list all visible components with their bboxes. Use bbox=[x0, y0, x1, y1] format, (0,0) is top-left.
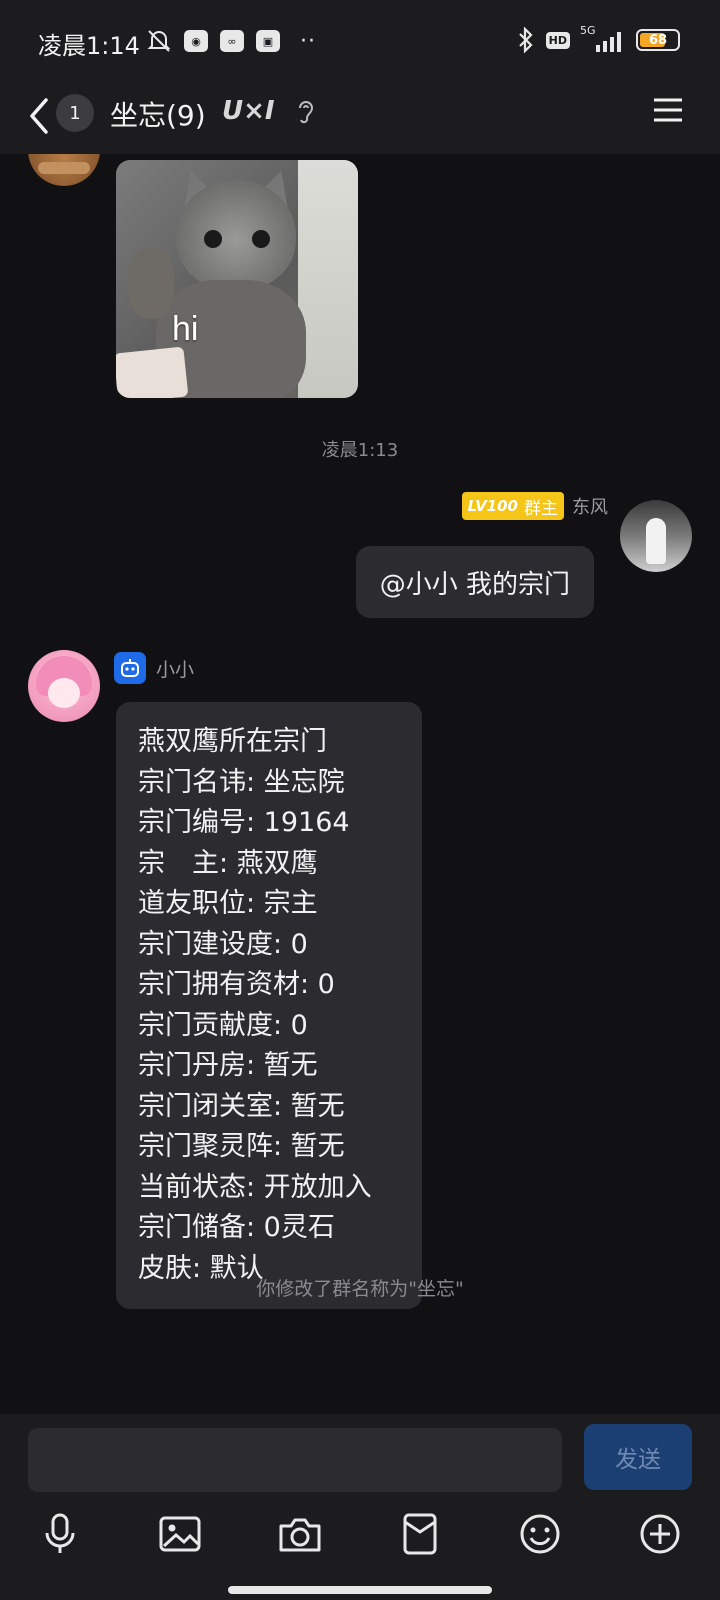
status-bar: 凌晨1:14 ◉ ∞ ▣ ·· HD 5G 68 bbox=[0, 0, 720, 84]
brand-logo: U×I bbox=[222, 96, 275, 126]
emoji-icon[interactable] bbox=[516, 1510, 564, 1558]
message-timestamp: 凌晨1:13 bbox=[321, 440, 399, 461]
app-notification-icon: ▣ bbox=[256, 30, 280, 52]
home-indicator[interactable] bbox=[228, 1586, 492, 1594]
microphone-icon[interactable] bbox=[36, 1510, 84, 1558]
owner-level-badge: LV100 群主 bbox=[461, 492, 564, 520]
bot-message-line: 宗 主: 燕双鹰 bbox=[138, 847, 318, 879]
sender-info: LV100 群主 东风 bbox=[461, 492, 608, 520]
menu-icon[interactable] bbox=[652, 96, 684, 124]
bot-message-line: 宗门丹房: 暂无 bbox=[138, 1050, 318, 1081]
signal-icon: 5G bbox=[580, 24, 626, 54]
input-toolbar bbox=[0, 1510, 720, 1574]
red-packet-icon[interactable] bbox=[396, 1510, 444, 1558]
bot-message-line: 宗门拥有资材: 0 bbox=[138, 969, 335, 1000]
plus-icon[interactable] bbox=[636, 1510, 684, 1558]
camera-icon[interactable] bbox=[276, 1510, 324, 1558]
bot-message-line: 宗门储备: 0灵石 bbox=[138, 1212, 335, 1243]
muted-bell-icon bbox=[147, 30, 171, 52]
back-arrow-icon[interactable] bbox=[24, 92, 54, 142]
message-input[interactable] bbox=[28, 1428, 562, 1492]
image-icon[interactable] bbox=[156, 1510, 204, 1558]
chat-header: 1 坐忘(9) U×I bbox=[0, 84, 720, 154]
chat-area[interactable]: hi 凌晨1:13 LV100 群主 东风 @小小 我的宗门 小小 燕双鹰所在宗… bbox=[0, 154, 720, 1414]
bot-message-line: 燕双鹰所在宗门 bbox=[138, 726, 327, 757]
level-label: LV100 bbox=[467, 497, 518, 515]
app-notification-icon: ∞ bbox=[220, 30, 244, 52]
status-right: HD 5G 68 bbox=[516, 24, 680, 54]
more-notifications-icon: ·· bbox=[300, 28, 316, 54]
group-title[interactable]: 坐忘(9) bbox=[110, 94, 206, 134]
bluetooth-icon bbox=[518, 27, 533, 53]
input-bar: 发送 bbox=[0, 1414, 720, 1600]
send-button[interactable]: 发送 bbox=[584, 1424, 692, 1490]
role-label: 群主 bbox=[524, 498, 558, 519]
sticker-caption: hi bbox=[172, 310, 199, 348]
bot-message-line: 宗门建设度: 0 bbox=[138, 928, 308, 960]
bot-message-line: 宗门聚灵阵: 暂无 bbox=[138, 1131, 345, 1162]
notification-icons: ◉ ∞ ▣ ·· bbox=[146, 28, 316, 54]
bot-message-line: 宗门名讳: 坐忘院 bbox=[138, 766, 345, 798]
app-notification-icon: ◉ bbox=[184, 30, 208, 52]
hd-badge: HD bbox=[545, 31, 570, 49]
bot-name[interactable]: 小小 bbox=[156, 655, 194, 682]
status-time: 凌晨1:14 bbox=[38, 32, 140, 60]
my-message-bubble[interactable]: @小小 我的宗门 bbox=[355, 546, 594, 618]
bot-message-line: 宗门贡献度: 0 bbox=[138, 1009, 308, 1041]
bot-message-bubble[interactable]: 燕双鹰所在宗门 宗门名讳: 坐忘院 宗门编号: 19164 宗 主: 燕双鹰 道… bbox=[116, 702, 422, 1309]
ear-mode-icon[interactable] bbox=[296, 98, 316, 126]
bot-message-line: 当前状态: 开放加入 bbox=[138, 1171, 372, 1203]
system-notice: 你修改了群名称为"坐忘" bbox=[256, 1278, 464, 1300]
cat-sticker-image[interactable]: hi bbox=[116, 160, 358, 398]
my-avatar[interactable] bbox=[620, 500, 692, 572]
sender-avatar[interactable] bbox=[28, 154, 100, 186]
unread-count-badge[interactable]: 1 bbox=[56, 94, 94, 132]
robot-icon bbox=[114, 652, 146, 684]
bot-message-line: 道友职位: 宗主 bbox=[138, 888, 318, 919]
bot-avatar[interactable] bbox=[28, 650, 100, 722]
battery-level: 68 bbox=[648, 32, 668, 48]
bot-sender-info: 小小 bbox=[114, 652, 194, 684]
battery-icon: 68 bbox=[636, 29, 680, 51]
bot-message-line: 宗门闭关室: 暂无 bbox=[138, 1090, 345, 1122]
sender-name[interactable]: 东风 bbox=[572, 493, 608, 519]
bot-message-line: 宗门编号: 19164 bbox=[138, 807, 350, 838]
